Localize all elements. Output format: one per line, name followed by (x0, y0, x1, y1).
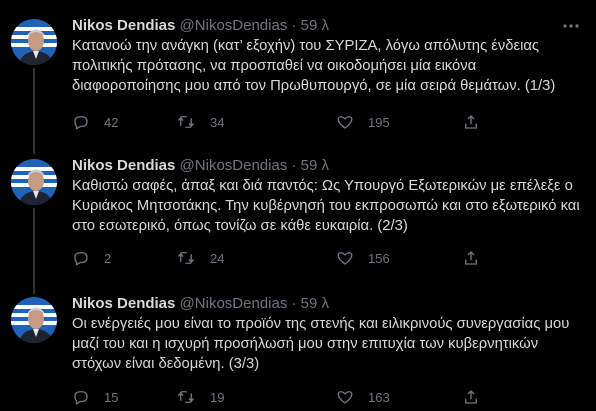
heart-icon (337, 391, 353, 404)
reply-count: 15 (104, 389, 119, 405)
thread-connector (33, 68, 35, 154)
retweet-button[interactable]: 24 (176, 248, 224, 268)
author-handle[interactable]: @NikosDendias (180, 157, 288, 174)
tweet-time[interactable]: 59 λ (301, 17, 329, 34)
tweet-text: Καθιστώ σαφές, άπαξ και διά παντός: Ως Υ… (72, 178, 580, 234)
separator-dot: · (291, 295, 297, 312)
author-name[interactable]: Nikos Dendias (72, 295, 175, 312)
share-icon (465, 390, 477, 404)
reply-icon (74, 116, 88, 130)
reply-button[interactable]: 2 (72, 248, 111, 268)
reply-button[interactable]: 15 (72, 387, 118, 407)
share-button[interactable] (462, 248, 480, 268)
share-icon (465, 115, 477, 129)
reply-icon (74, 252, 88, 266)
avatar[interactable] (11, 297, 57, 343)
separator-dot: · (291, 157, 297, 174)
retweet-button[interactable]: 19 (176, 387, 224, 407)
avatar[interactable] (11, 19, 57, 65)
thread-connector (33, 208, 35, 294)
retweet-count: 19 (210, 389, 225, 405)
tweet-time[interactable]: 59 λ (301, 157, 329, 174)
share-button[interactable] (462, 387, 480, 407)
tweet-2[interactable]: Nikos Dendias @NikosDendias · 59 λ Καθισ… (0, 154, 596, 294)
tweet-header: Nikos Dendias @NikosDendias · 59 λ (72, 156, 329, 176)
more-options-icon[interactable] (560, 16, 582, 36)
like-count: 156 (368, 250, 390, 266)
tweet-text: Κατανοώ την ανάγκη (κατ’ εξοχήν) του ΣΥΡ… (72, 38, 556, 94)
author-name[interactable]: Nikos Dendias (72, 17, 175, 34)
author-handle[interactable]: @NikosDendias (180, 17, 288, 34)
tweet-time[interactable]: 59 λ (301, 295, 329, 312)
separator-dot: · (291, 17, 297, 34)
reply-icon (74, 391, 88, 405)
like-count: 195 (368, 114, 390, 130)
author-handle[interactable]: @NikosDendias (180, 295, 288, 312)
reply-button[interactable]: 42 (72, 112, 118, 132)
retweet-icon (177, 391, 195, 403)
like-button[interactable]: 195 (336, 112, 390, 132)
retweet-icon (177, 116, 195, 128)
tweet-header: Nikos Dendias @NikosDendias · 59 λ (72, 294, 329, 314)
share-button[interactable] (462, 112, 480, 132)
like-count: 163 (368, 389, 390, 405)
share-icon (465, 251, 477, 265)
like-button[interactable]: 156 (336, 248, 390, 268)
reply-count: 42 (104, 114, 119, 130)
retweet-count: 34 (210, 114, 225, 130)
retweet-count: 24 (210, 250, 225, 266)
author-name[interactable]: Nikos Dendias (72, 157, 175, 174)
retweet-button[interactable]: 34 (176, 112, 224, 132)
like-button[interactable]: 163 (336, 387, 390, 407)
tweet-3[interactable]: Nikos Dendias @NikosDendias · 59 λ Οι εν… (0, 292, 596, 410)
retweet-icon (177, 252, 195, 264)
heart-icon (337, 116, 353, 129)
tweet-header: Nikos Dendias @NikosDendias · 59 λ (72, 16, 329, 36)
tweet-text: Οι ενέργειές μου είναι το προϊόν της στε… (72, 316, 570, 372)
avatar[interactable] (11, 159, 57, 205)
tweet-1[interactable]: Nikos Dendias @NikosDendias · 59 λ Καταν… (0, 14, 596, 154)
heart-icon (337, 252, 353, 265)
reply-count: 2 (104, 250, 112, 266)
